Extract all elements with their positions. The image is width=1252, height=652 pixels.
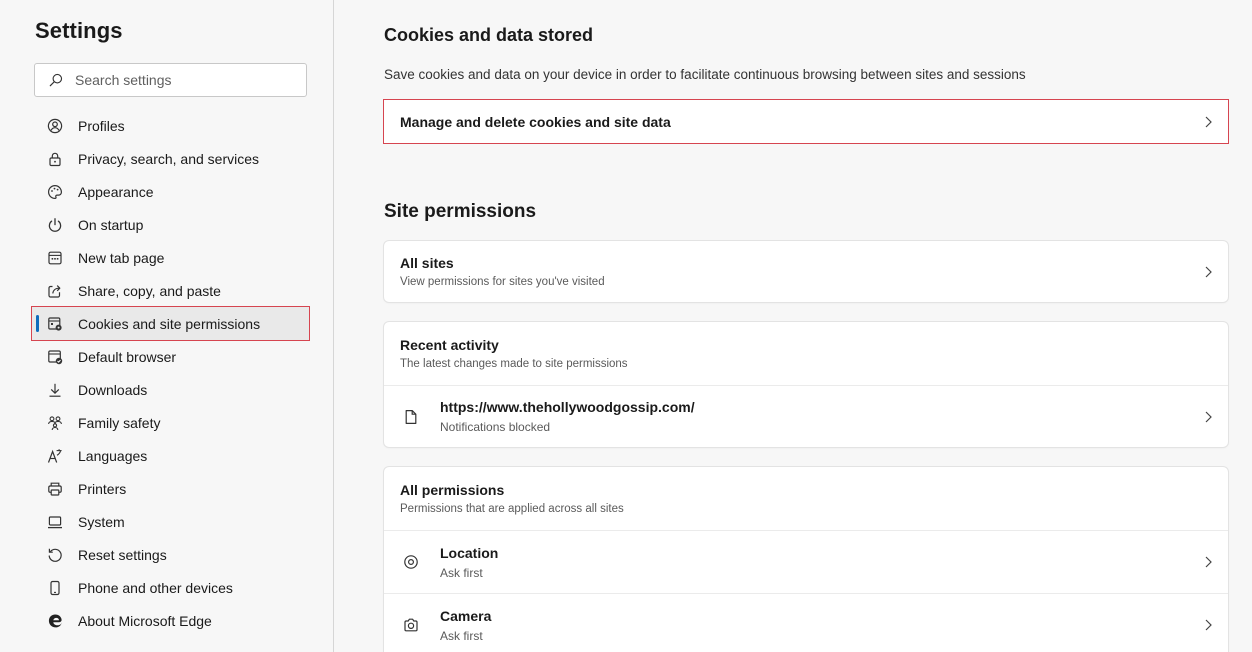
share-icon (46, 282, 64, 300)
sidebar-item-downloads[interactable]: Downloads (32, 373, 309, 406)
location-icon (400, 551, 422, 573)
recent-activity-header: Recent activity The latest changes made … (384, 322, 1228, 385)
sidebar-item-profiles[interactable]: Profiles (32, 109, 309, 142)
sidebar-item-label: Default browser (78, 348, 177, 365)
recent-activity-title: Recent activity (400, 337, 499, 353)
sidebar-item-phone-devices[interactable]: Phone and other devices (32, 571, 309, 604)
system-icon (46, 513, 64, 531)
main-content: Cookies and data stored Save cookies and… (335, 0, 1252, 652)
permission-camera-value: Ask first (440, 628, 483, 643)
sidebar-item-label: Profiles (78, 117, 125, 134)
all-permissions-subtitle: Permissions that are applied across all … (400, 503, 624, 515)
sidebar-item-about-edge[interactable]: About Microsoft Edge (32, 604, 309, 637)
recent-activity-subtitle: The latest changes made to site permissi… (400, 358, 628, 370)
site-permissions-title: Site permissions (384, 201, 537, 222)
sidebar-item-printers[interactable]: Printers (32, 472, 309, 505)
browser-icon (46, 348, 64, 366)
page-icon (400, 406, 422, 428)
manage-cookies-label: Manage and delete cookies and site data (400, 113, 671, 130)
cookie-settings-icon (46, 315, 64, 333)
sidebar-item-label: New tab page (78, 249, 165, 266)
sidebar-item-label: Appearance (78, 183, 154, 200)
chevron-right-icon (1202, 266, 1214, 278)
search-icon (49, 73, 63, 87)
all-sites-subtitle: View permissions for sites you've visite… (400, 276, 605, 288)
sidebar-item-reset-settings[interactable]: Reset settings (32, 538, 309, 571)
sidebar-item-label: Reset settings (78, 546, 167, 563)
sidebar: Settings Profiles Privacy, search, and s… (0, 0, 334, 652)
all-sites-card: All sites View permissions for sites you… (384, 241, 1228, 302)
permission-location-row[interactable]: Location Ask first (384, 530, 1228, 593)
printer-icon (46, 480, 64, 498)
permission-camera-label: Camera (440, 607, 492, 624)
profile-icon (46, 117, 64, 135)
sidebar-item-label: Family safety (78, 414, 161, 431)
palette-icon (46, 183, 64, 201)
chevron-right-icon (1202, 619, 1214, 631)
recent-activity-card: Recent activity The latest changes made … (384, 322, 1228, 447)
cookies-section-description: Save cookies and data on your device in … (384, 67, 1026, 82)
new-tab-icon (46, 249, 64, 267)
manage-cookies-card: Manage and delete cookies and site data (383, 99, 1229, 144)
permission-location-label: Location (440, 544, 499, 561)
lock-icon (46, 150, 64, 168)
search-input[interactable] (75, 72, 295, 88)
camera-icon (400, 614, 422, 636)
sidebar-item-new-tab-page[interactable]: New tab page (32, 241, 309, 274)
sidebar-item-label: Cookies and site permissions (78, 315, 261, 332)
sidebar-item-system[interactable]: System (32, 505, 309, 538)
power-icon (46, 216, 64, 234)
sidebar-title: Settings (35, 18, 123, 43)
sidebar-item-label: Languages (78, 447, 148, 464)
recent-activity-item[interactable]: https://www.thehollywoodgossip.com/ Noti… (384, 385, 1228, 447)
download-icon (46, 381, 64, 399)
sidebar-item-label: Share, copy, and paste (78, 282, 221, 299)
edge-logo-icon (46, 612, 64, 630)
sidebar-item-privacy[interactable]: Privacy, search, and services (32, 142, 309, 175)
permission-location-value: Ask first (440, 565, 483, 580)
sidebar-item-label: Downloads (78, 381, 148, 398)
all-permissions-card: All permissions Permissions that are app… (384, 467, 1228, 652)
all-sites-title: All sites (400, 255, 454, 271)
chevron-right-icon (1202, 116, 1214, 128)
sidebar-item-label: About Microsoft Edge (78, 612, 212, 629)
sidebar-item-on-startup[interactable]: On startup (32, 208, 309, 241)
phone-icon (46, 579, 64, 597)
all-permissions-header: All permissions Permissions that are app… (384, 467, 1228, 530)
sidebar-item-cookies-site-permissions[interactable]: Cookies and site permissions (31, 306, 310, 341)
all-permissions-title: All permissions (400, 482, 505, 498)
sidebar-nav: Profiles Privacy, search, and services A… (0, 109, 334, 637)
language-icon (46, 447, 64, 465)
sidebar-item-share-copy-paste[interactable]: Share, copy, and paste (32, 274, 309, 307)
sidebar-item-label: On startup (78, 216, 144, 233)
sidebar-item-default-browser[interactable]: Default browser (32, 340, 309, 373)
chevron-right-icon (1202, 556, 1214, 568)
family-icon (46, 414, 64, 432)
all-sites-row[interactable]: All sites View permissions for sites you… (384, 241, 1228, 302)
cookies-section-title: Cookies and data stored (384, 25, 594, 45)
sidebar-item-family-safety[interactable]: Family safety (32, 406, 309, 439)
manage-cookies-row[interactable]: Manage and delete cookies and site data (384, 100, 1228, 143)
sidebar-item-label: System (78, 513, 125, 530)
sidebar-item-label: Phone and other devices (78, 579, 233, 596)
recent-activity-url: https://www.thehollywoodgossip.com/ (440, 399, 695, 415)
recent-activity-status: Notifications blocked (440, 420, 551, 434)
settings-window: Settings Profiles Privacy, search, and s… (0, 0, 1252, 652)
search-box[interactable] (34, 63, 307, 97)
sidebar-item-appearance[interactable]: Appearance (32, 175, 309, 208)
reset-icon (46, 546, 64, 564)
sidebar-item-label: Privacy, search, and services (78, 150, 260, 167)
permission-camera-row[interactable]: Camera Ask first (384, 593, 1228, 652)
sidebar-item-label: Printers (78, 480, 127, 497)
chevron-right-icon (1202, 411, 1214, 423)
sidebar-item-languages[interactable]: Languages (32, 439, 309, 472)
